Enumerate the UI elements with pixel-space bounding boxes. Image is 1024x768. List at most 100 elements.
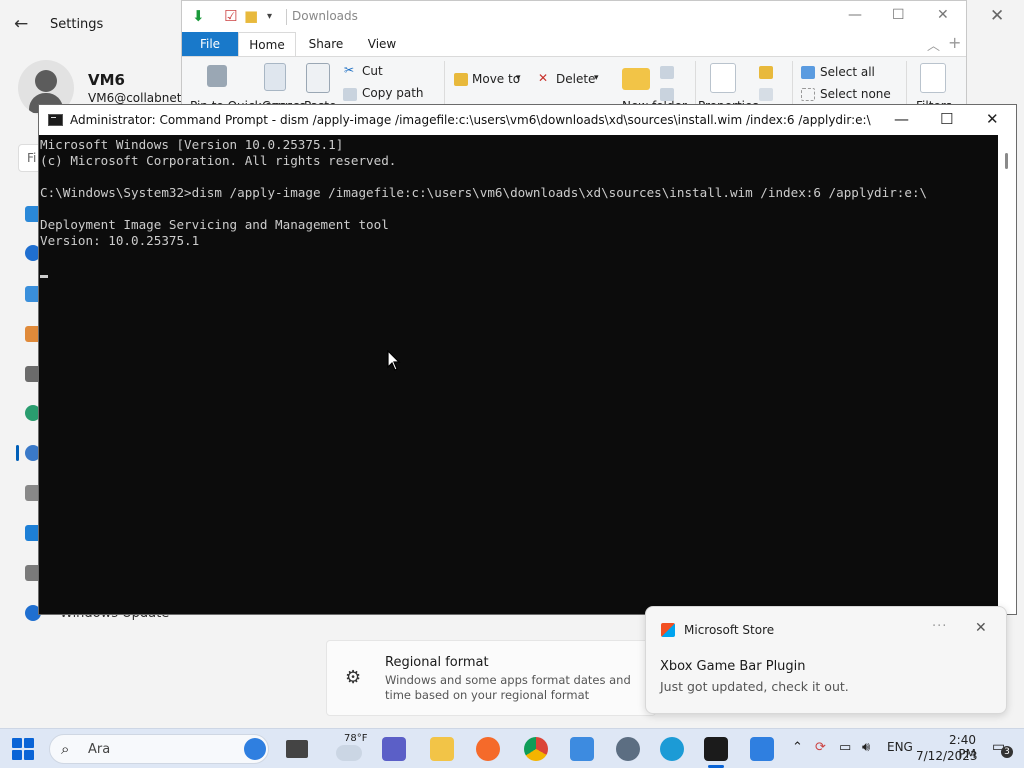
- explorer-title: Downloads: [292, 9, 358, 23]
- delete-dropdown-icon[interactable]: ▾: [594, 73, 599, 83]
- search-icon: ⌕: [61, 740, 70, 758]
- command-prompt-window[interactable]: Administrator: Command Prompt - dism /ap…: [38, 104, 1017, 615]
- edit-icon[interactable]: [759, 88, 773, 101]
- tab-share[interactable]: Share: [300, 32, 352, 56]
- cmd-title: Administrator: Command Prompt - dism /ap…: [70, 113, 871, 127]
- notification-center-button[interactable]: ▭ 3: [992, 739, 1013, 759]
- new-item-icon[interactable]: [660, 66, 674, 79]
- select-none-button[interactable]: Select none: [820, 87, 891, 101]
- start-button[interactable]: [12, 738, 34, 760]
- scrollbar[interactable]: [998, 135, 1016, 614]
- close-icon[interactable]: ✕: [975, 620, 987, 636]
- network-status-icon[interactable]: ▭: [839, 740, 851, 755]
- show-hidden-icons-icon[interactable]: ⌃: [792, 740, 803, 755]
- move-to-dropdown-icon[interactable]: ▾: [516, 73, 521, 83]
- search-placeholder: Ara: [88, 742, 111, 757]
- sync-icon[interactable]: ⟳: [815, 740, 826, 755]
- properties-icon[interactable]: [710, 63, 736, 93]
- more-options-icon[interactable]: ···: [932, 619, 947, 634]
- notification-toast[interactable]: Microsoft Store ··· ✕ Xbox Game Bar Plug…: [645, 606, 1007, 714]
- tab-home[interactable]: Home: [238, 32, 296, 56]
- teams-meet-icon[interactable]: [382, 737, 406, 761]
- maximize-icon[interactable]: ☐: [892, 7, 905, 23]
- file-explorer-window: ⬇ ☑ ■ ▾ Downloads — ☐ ✕ File Home Share …: [181, 0, 967, 112]
- console-line: C:\Windows\System32>dism /apply-image /i…: [40, 185, 928, 200]
- weather-icon[interactable]: [336, 745, 362, 761]
- console-line: Microsoft Windows [Version 10.0.25375.1]: [40, 137, 344, 152]
- console-line: (c) Microsoft Corporation. All rights re…: [40, 153, 397, 168]
- delete-button[interactable]: Delete: [556, 72, 595, 86]
- tab-view[interactable]: View: [360, 32, 404, 56]
- select-all-button[interactable]: Select all: [820, 65, 875, 79]
- minimize-icon[interactable]: —: [848, 7, 862, 23]
- pin-icon[interactable]: [207, 65, 227, 87]
- settings-gear-icon[interactable]: [616, 737, 640, 761]
- select-all-icon[interactable]: [801, 66, 815, 79]
- download-icon[interactable]: ⬇: [192, 7, 205, 25]
- close-icon[interactable]: ✕: [990, 6, 1004, 26]
- regional-format-icon: ⚙: [345, 667, 362, 688]
- help-icon[interactable]: +: [948, 33, 961, 52]
- card-title: Regional format: [385, 655, 489, 670]
- task-view-icon[interactable]: [286, 740, 308, 758]
- scrollbar-thumb[interactable]: [1005, 153, 1008, 169]
- toast-body: Just got updated, check it out.: [660, 679, 849, 694]
- selected-indicator: [16, 445, 19, 461]
- cmd-app-icon: [48, 114, 63, 126]
- delete-icon[interactable]: ✕: [538, 71, 548, 85]
- easy-access-icon[interactable]: [660, 88, 674, 101]
- paste-icon[interactable]: [306, 63, 330, 93]
- settings-title: Settings: [50, 17, 104, 32]
- maximize-icon[interactable]: ☐: [940, 110, 953, 128]
- filters-icon[interactable]: [920, 63, 946, 93]
- weather-temperature[interactable]: 78°F: [344, 733, 367, 744]
- file-explorer-icon[interactable]: [430, 737, 454, 761]
- command-prompt-icon[interactable]: [704, 737, 728, 761]
- clock-date[interactable]: 7/12/2023: [916, 749, 978, 763]
- taskbar-search[interactable]: ⌕ Ara: [49, 734, 269, 764]
- properties-checkbox-icon[interactable]: ☑: [224, 7, 237, 25]
- edge-icon[interactable]: [660, 737, 684, 761]
- new-folder-icon[interactable]: [622, 68, 650, 90]
- copy-path-button[interactable]: Copy path: [362, 86, 424, 100]
- toast-app-name: Microsoft Store: [684, 623, 775, 637]
- minimize-icon[interactable]: —: [894, 110, 909, 128]
- copy-icon[interactable]: [264, 63, 286, 91]
- close-icon[interactable]: ✕: [986, 110, 999, 128]
- volume-icon[interactable]: 🔊︎: [862, 740, 870, 755]
- cut-icon[interactable]: ✂: [344, 63, 354, 77]
- move-to-folder-icon[interactable]: [454, 73, 468, 86]
- folder-icon[interactable]: ■: [244, 7, 258, 25]
- open-icon[interactable]: [759, 66, 773, 79]
- customize-dropdown-icon[interactable]: ▾: [267, 11, 272, 22]
- explorer-title-bar: ⬇ ☑ ■ ▾ Downloads — ☐ ✕: [182, 1, 966, 32]
- notepad-icon[interactable]: [570, 737, 594, 761]
- back-arrow-icon[interactable]: ←: [14, 14, 28, 34]
- regional-format-card[interactable]: ⚙ Regional format Windows and some apps …: [326, 640, 656, 716]
- card-description: Windows and some apps format dates and t…: [385, 673, 631, 702]
- taskbar: ⌕ Ara 78°F ⌃ ⟳ ▭ 🔊︎ ENG 2:40 PM 7/12/202…: [0, 728, 1024, 768]
- console-line: Deployment Image Servicing and Managemen…: [40, 217, 389, 232]
- copy-path-icon[interactable]: [343, 88, 357, 101]
- microsoft-store-icon: [661, 623, 675, 637]
- select-none-icon[interactable]: [801, 88, 815, 101]
- cmd-title-bar[interactable]: Administrator: Command Prompt - dism /ap…: [39, 105, 1016, 135]
- cut-button[interactable]: Cut: [362, 64, 383, 78]
- app-icon[interactable]: [750, 737, 774, 761]
- user-name: VM6: [88, 71, 125, 89]
- toast-heading: Xbox Game Bar Plugin: [660, 659, 806, 674]
- close-icon[interactable]: ✕: [937, 7, 949, 23]
- console-output[interactable]: Microsoft Windows [Version 10.0.25375.1]…: [40, 137, 998, 612]
- text-cursor: [40, 275, 48, 278]
- ribbon-tabs: File Home Share View ︿ +: [182, 32, 966, 56]
- language-indicator[interactable]: ENG: [887, 740, 913, 754]
- tab-file[interactable]: File: [182, 32, 238, 56]
- chrome-icon[interactable]: [524, 737, 548, 761]
- firefox-icon[interactable]: [476, 737, 500, 761]
- console-line: Version: 10.0.25375.1: [40, 233, 200, 248]
- collapse-ribbon-icon[interactable]: ︿: [927, 35, 940, 54]
- move-to-button[interactable]: Move to: [472, 72, 520, 86]
- bing-icon[interactable]: [244, 738, 266, 760]
